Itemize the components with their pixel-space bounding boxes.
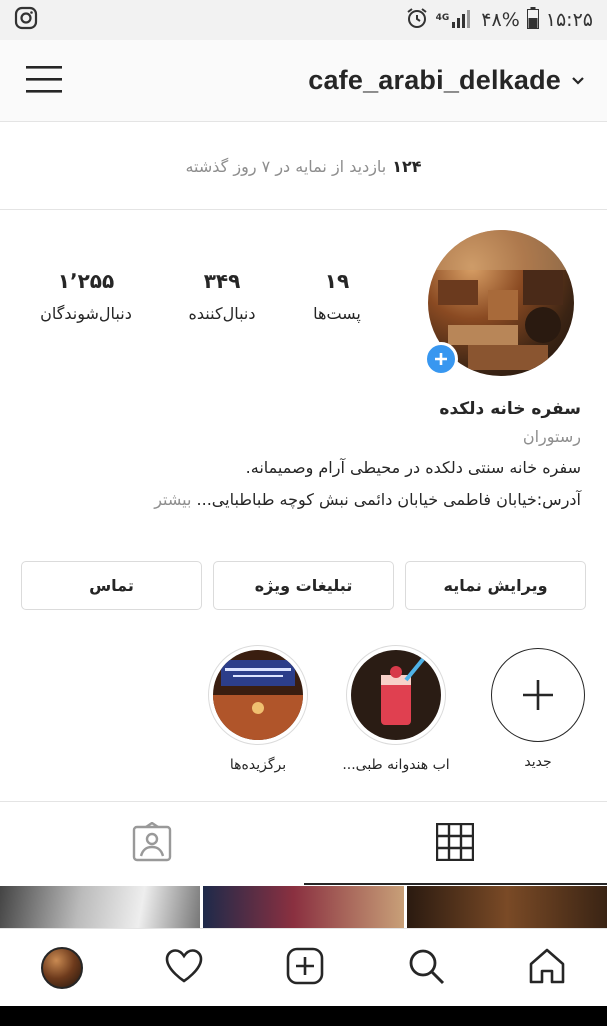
profile-header: cafe_arabi_delkade (0, 40, 607, 122)
bio-line-1: سفره خانه سنتی دلکده در محیطی آرام وصمیم… (245, 458, 581, 477)
edit-profile-button[interactable]: ویرایش نمایه (405, 561, 586, 610)
username: cafe_arabi_delkade (308, 65, 561, 95)
account-switcher[interactable]: cafe_arabi_delkade (308, 65, 585, 96)
profile-stats: ۱۹ پست‌ها ۳۴۹ دنبال‌کننده ۱٬۲۵۵ دنبال‌شو… (20, 268, 390, 338)
highlight-item[interactable]: برگزیده‌ها (198, 645, 318, 773)
followers-label: دنبال‌کننده (188, 304, 256, 323)
new-post-icon[interactable] (285, 946, 325, 990)
highlight-label: برگزیده‌ها (229, 757, 287, 773)
more-link[interactable]: بیشتر (154, 490, 191, 509)
insights-text: بازدید از نمایه در ۷ روز گذشته (185, 156, 387, 176)
profile-bio: سفره خانه دلکده رستوران سفره خانه سنتی د… (21, 396, 581, 516)
bottom-navigation (0, 928, 607, 1007)
profile-name: سفره خانه دلکده (439, 399, 581, 419)
chevron-down-icon (571, 71, 585, 90)
add-story-button[interactable] (424, 342, 458, 376)
highlight-new[interactable]: جدید (478, 645, 598, 770)
tagged-person-icon (132, 821, 172, 866)
posts-count: ۱۹ (324, 269, 350, 293)
clock-time: ۱۵:۲۵ (545, 9, 593, 31)
profile-category: رستوران (522, 427, 581, 446)
battery-percent: ۴۸% (481, 9, 520, 31)
post-thumbnail[interactable] (0, 886, 201, 928)
highlight-label: جدید (524, 754, 552, 770)
hamburger-menu-icon[interactable] (26, 64, 62, 98)
profile-avatar-container[interactable] (424, 230, 574, 376)
posts-label: پست‌ها (313, 304, 361, 323)
search-icon[interactable] (406, 946, 446, 990)
insights-count: ۱۲۴ (392, 156, 422, 176)
signal-icon (452, 8, 474, 33)
highlight-item[interactable]: اب هندوانه طبی... (336, 645, 456, 773)
alarm-icon (405, 6, 429, 35)
grid-icon (436, 822, 475, 865)
followers-count: ۳۴۹ (203, 269, 241, 293)
bio-line-2: آدرس:خیابان فاطمی خیابان دائمی نبش کوچه … (196, 490, 581, 509)
stat-following[interactable]: ۱٬۲۵۵ دنبال‌شوندگان (20, 268, 152, 323)
status-bar: 4G ۴۸% ۱۵:۲۵ (0, 0, 607, 40)
stat-posts[interactable]: ۱۹ پست‌ها (292, 268, 382, 323)
following-label: دنبال‌شوندگان (40, 304, 132, 323)
promotions-button[interactable]: تبلیغات ویژه (213, 561, 394, 610)
stat-followers[interactable]: ۳۴۹ دنبال‌کننده (162, 268, 282, 323)
highlight-label: اب هندوانه طبی... (342, 757, 450, 773)
profile-avatar-icon[interactable] (40, 947, 83, 989)
instagram-icon (14, 6, 38, 34)
highlight-cover (213, 650, 303, 740)
profile-insights-banner[interactable]: ۱۲۴ بازدید از نمایه در ۷ روز گذشته (0, 123, 607, 210)
post-thumbnail[interactable] (406, 886, 607, 928)
system-navigation-bar (0, 1006, 607, 1026)
content-tabs (0, 801, 607, 885)
plus-icon (435, 353, 447, 365)
plus-icon (523, 680, 553, 710)
tab-tagged[interactable] (0, 802, 304, 885)
battery-icon (526, 6, 539, 34)
posts-grid (0, 886, 607, 928)
post-thumbnail[interactable] (203, 886, 404, 928)
home-icon[interactable] (527, 946, 567, 990)
contact-button[interactable]: تماس (21, 561, 202, 610)
heart-icon[interactable] (164, 948, 204, 988)
tab-grid[interactable] (303, 802, 607, 885)
bio-line-2-wrap: آدرس:خیابان فاطمی خیابان دائمی نبش کوچه … (21, 484, 581, 516)
network-type: 4G (435, 12, 450, 23)
following-count: ۱٬۲۵۵ (57, 269, 115, 293)
highlight-cover (351, 650, 441, 740)
new-highlight-button[interactable] (491, 648, 585, 742)
